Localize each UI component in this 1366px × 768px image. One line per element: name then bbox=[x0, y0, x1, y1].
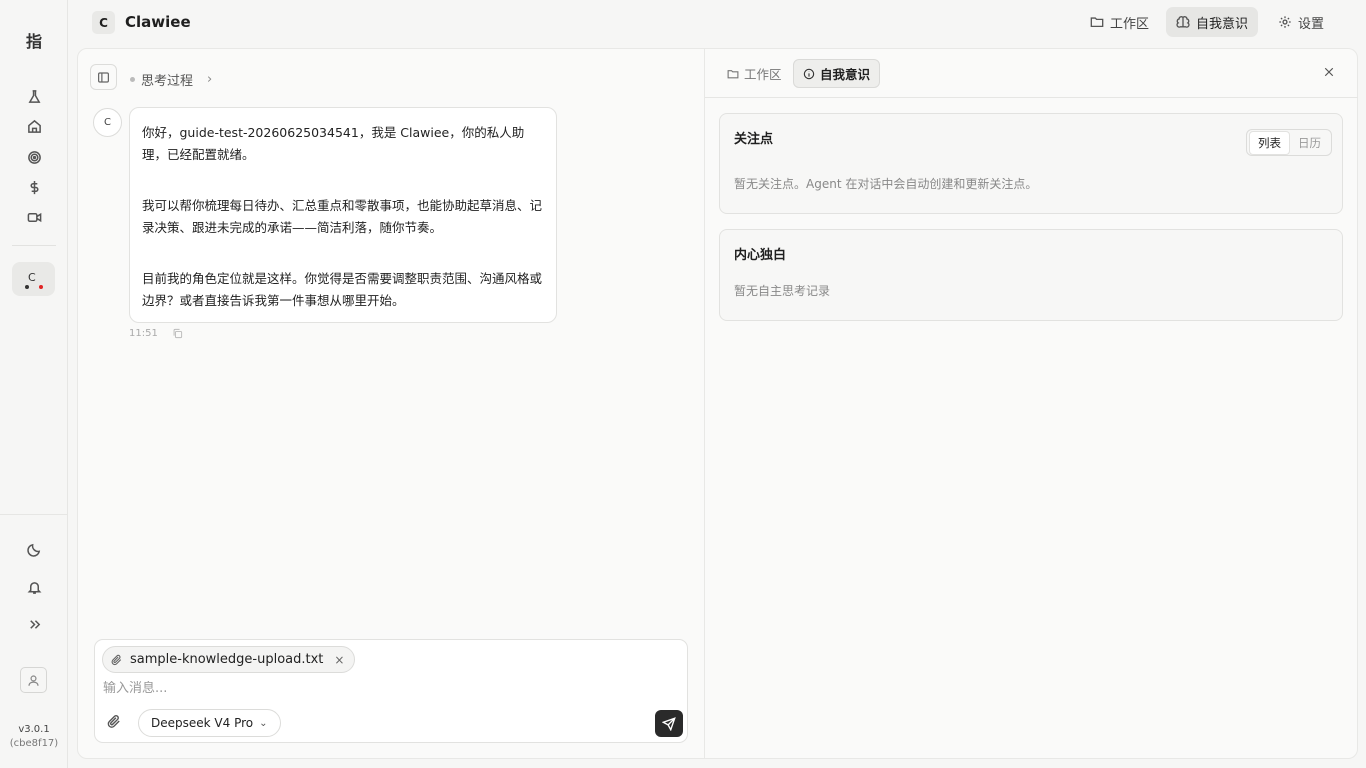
panel-tabs: 工作区 自我意识 bbox=[705, 49, 1358, 98]
close-panel-button[interactable] bbox=[1323, 66, 1337, 80]
assistant-message: 你好，guide-test-20260625034541，我是 Clawiee，… bbox=[129, 107, 557, 323]
focus-card: 关注点 列表 日历 暂无关注点。Agent 在对话中会自动创建和更新关注点。 bbox=[719, 113, 1343, 214]
build-hash: (cbe8f17) bbox=[9, 738, 59, 749]
video-icon[interactable] bbox=[24, 207, 44, 227]
folder-icon bbox=[1090, 17, 1104, 28]
tab-workspace-label: 工作区 bbox=[744, 67, 782, 82]
message-paragraph: 我可以帮你梳理每日待办、汇总重点和零散事项，也能协助起草消息、记录决策、跟进未完… bbox=[142, 198, 543, 235]
version-number: v3.0.1 bbox=[18, 724, 50, 735]
top-header: C Clawiee 工作区 自我意识 设置 bbox=[68, 0, 1366, 46]
home-icon[interactable] bbox=[24, 116, 44, 136]
model-selector[interactable]: Deepseek V4 Pro ⌄ bbox=[138, 709, 281, 737]
agent-switcher-clawiee[interactable]: C bbox=[12, 262, 55, 296]
attachment-chip[interactable]: sample-knowledge-upload.txt × bbox=[102, 646, 356, 673]
settings-button-label: 设置 bbox=[1298, 16, 1325, 32]
dollar-icon[interactable] bbox=[24, 177, 44, 197]
message-composer: sample-knowledge-upload.txt × Deepseek V… bbox=[94, 639, 688, 743]
paperclip-icon bbox=[111, 654, 122, 665]
sidebar-icon bbox=[98, 71, 109, 83]
model-name: Deepseek V4 Pro bbox=[151, 716, 254, 730]
app-logo[interactable]: 指 bbox=[22, 28, 46, 51]
moon-icon[interactable] bbox=[24, 539, 44, 559]
send-button[interactable] bbox=[655, 710, 683, 737]
bell-icon[interactable] bbox=[24, 577, 44, 597]
remove-attachment-icon[interactable]: × bbox=[334, 653, 344, 667]
brain-icon bbox=[1176, 16, 1190, 28]
self-awareness-button[interactable]: 自我意识 bbox=[1166, 7, 1259, 37]
attach-file-button[interactable] bbox=[107, 714, 125, 732]
message-input[interactable] bbox=[103, 681, 663, 696]
chat-panel: 思考过程 › C 你好，guide-test-20260625034541，我是… bbox=[77, 48, 705, 759]
rail-bottom-divider bbox=[0, 514, 68, 515]
message-paragraph: 你好，guide-test-20260625034541，我是 Clawiee，… bbox=[142, 125, 525, 162]
thinking-process-toggle[interactable]: 思考过程 › bbox=[130, 70, 212, 89]
thinking-label: 思考过程 bbox=[141, 74, 194, 89]
paperclip-icon bbox=[107, 715, 120, 728]
info-icon bbox=[803, 68, 815, 79]
settings-button[interactable]: 设置 bbox=[1268, 7, 1334, 37]
monologue-empty-text: 暂无自主思考记录 bbox=[734, 284, 831, 298]
view-list-option[interactable]: 列表 bbox=[1249, 130, 1290, 155]
attachment-name: sample-knowledge-upload.txt bbox=[130, 652, 324, 667]
agent-title: Clawiee bbox=[125, 13, 191, 31]
thinking-dot bbox=[130, 77, 135, 82]
version-info: v3.0.1 (cbe8f17) bbox=[0, 723, 68, 751]
rail-divider bbox=[12, 245, 56, 246]
agent-alert-dot bbox=[39, 285, 43, 289]
message-paragraph: 目前我的角色定位就是这样。你觉得是否需要调整职责范围、沟通风格或边界？或者直接告… bbox=[142, 271, 543, 308]
expand-icon[interactable] bbox=[24, 614, 44, 634]
tab-self-awareness[interactable]: 自我意识 bbox=[793, 59, 881, 88]
view-calendar-option[interactable]: 日历 bbox=[1290, 132, 1329, 154]
workspace-button[interactable]: 工作区 bbox=[1080, 7, 1159, 37]
left-rail: 指 C v3.0.1 (cbe8f17) bbox=[0, 0, 68, 768]
message-time: 11:51 bbox=[129, 328, 158, 339]
message-meta: 11:51 bbox=[129, 328, 183, 339]
focus-title: 关注点 bbox=[734, 132, 774, 147]
focus-view-toggle: 列表 日历 bbox=[1246, 129, 1332, 156]
close-icon bbox=[1324, 67, 1334, 77]
agent-initial: C bbox=[28, 271, 36, 284]
user-avatar-button[interactable] bbox=[20, 667, 47, 693]
self-awareness-button-label: 自我意识 bbox=[1196, 16, 1249, 32]
tab-workspace[interactable]: 工作区 bbox=[718, 59, 791, 88]
monologue-title: 内心独白 bbox=[734, 248, 787, 263]
user-icon bbox=[28, 674, 39, 686]
gear-icon bbox=[1279, 16, 1291, 28]
folder-icon bbox=[727, 69, 739, 78]
agent-status-dot bbox=[25, 285, 29, 289]
send-icon bbox=[662, 716, 676, 731]
agent-avatar: C bbox=[92, 11, 115, 34]
bot-avatar: C bbox=[93, 108, 122, 137]
toggle-sidebar-button[interactable] bbox=[90, 64, 117, 90]
workspace-button-label: 工作区 bbox=[1110, 16, 1150, 32]
tab-self-awareness-label: 自我意识 bbox=[820, 67, 871, 82]
focus-empty-text: 暂无关注点。Agent 在对话中会自动创建和更新关注点。 bbox=[734, 177, 1038, 191]
target-icon[interactable] bbox=[24, 147, 44, 167]
chevron-down-icon: ⌄ bbox=[259, 717, 268, 729]
monologue-card: 内心独白 暂无自主思考记录 bbox=[719, 229, 1343, 321]
self-awareness-panel: 工作区 自我意识 关注点 列表 日历 暂无关注点。Agent 在对话中会自动创建… bbox=[705, 48, 1358, 759]
chevron-right-icon: › bbox=[207, 72, 213, 87]
flask-icon[interactable] bbox=[24, 86, 44, 106]
copy-icon[interactable] bbox=[172, 328, 183, 339]
